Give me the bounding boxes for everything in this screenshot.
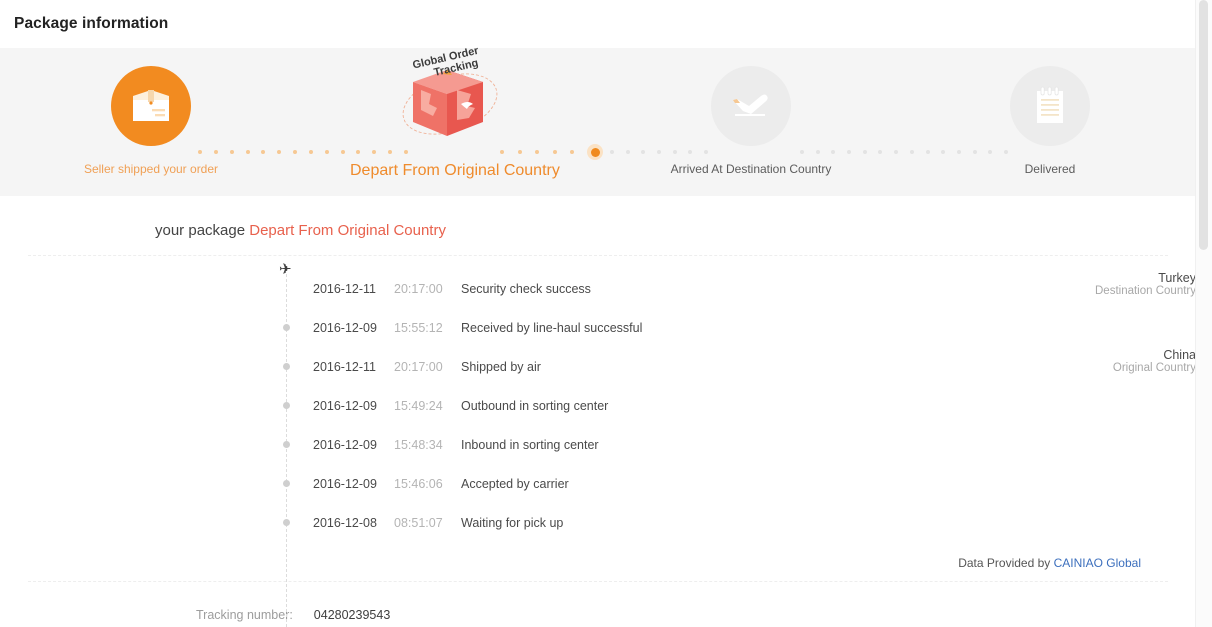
progress-step-label: Depart From Original Country: [350, 162, 560, 179]
data-provider-prefix: Data Provided by: [958, 556, 1051, 570]
country-name: China: [1163, 348, 1196, 362]
country-role: Original Country: [1112, 362, 1196, 374]
progress-step-arrived-destination[interactable]: Arrived At Destination Country: [651, 66, 851, 176]
progress-steps: Seller shipped your order Global Order T…: [0, 45, 1196, 196]
progress-step-label: Seller shipped your order: [83, 162, 219, 176]
timeline-event-description: Outbound in sorting center: [461, 398, 609, 413]
timeline-event[interactable]: 2016-12-08 08:51:07 Waiting for pick up: [0, 503, 1196, 542]
timeline-event-date: 2016-12-09: [313, 320, 377, 335]
section-divider-bottom: [28, 581, 1168, 582]
page-title: Package information: [14, 15, 169, 32]
timeline-event-description: Security check success: [461, 282, 591, 296]
page-scrollbar[interactable]: [1195, 0, 1212, 627]
tracking-number-value[interactable]: 04280239543: [314, 608, 390, 622]
progress-step-seller-shipped[interactable]: Seller shipped your order: [51, 66, 251, 176]
tracking-timeline: ✈ Turkey Destination Country 2016-12-11 …: [0, 256, 1196, 627]
timeline-event-time: 15:48:34: [394, 437, 443, 452]
timeline-event-date: 2016-12-09: [313, 476, 377, 491]
page-header: Package information: [0, 0, 1196, 48]
scrollbar-thumb[interactable]: [1199, 0, 1208, 250]
tracking-number-label: Tracking number:: [196, 608, 293, 622]
timeline-event-date: 2016-12-09: [313, 398, 377, 413]
timeline-event-time: 20:17:00: [394, 282, 443, 296]
timeline-event-description: Received by line-haul successful: [461, 320, 643, 335]
cainiao-global-link[interactable]: CAINIAO Global: [1054, 556, 1141, 570]
country-role: Destination Country: [1095, 285, 1196, 297]
timeline-event-date: 2016-12-11: [313, 359, 377, 374]
timeline-event-time: 15:46:06: [394, 476, 443, 491]
timeline-event[interactable]: 2016-12-09 15:55:12 Received by line-hau…: [0, 308, 1196, 347]
timeline-event[interactable]: 2016-12-09 15:46:06 Accepted by carrier: [0, 464, 1196, 503]
data-provider: Data Provided by CAINIAO Global: [0, 556, 1196, 570]
status-highlight: Depart From Original Country: [249, 222, 446, 239]
timeline-event-country: China Original Country: [920, 349, 1196, 375]
timeline-event-description: Inbound in sorting center: [461, 437, 599, 452]
timeline-event-time: 15:55:12: [394, 320, 443, 335]
timeline-event-date: 2016-12-11: [313, 282, 377, 296]
package-box-icon: [111, 66, 191, 146]
timeline-event-date: 2016-12-09: [313, 437, 377, 452]
tracking-number-row: Tracking number: 04280239543: [0, 608, 1196, 622]
timeline-event-description: Accepted by carrier: [461, 476, 569, 491]
timeline-event[interactable]: 2016-12-09 15:49:24 Outbound in sorting …: [0, 386, 1196, 425]
package-information-page: Package information Seller shipped your …: [0, 0, 1196, 627]
country-name: Turkey: [1158, 271, 1196, 285]
timeline-event-description: Shipped by air: [461, 359, 541, 374]
progress-step-depart-origin[interactable]: Global Order Tracking Depart From Origin…: [350, 45, 560, 180]
package-status-line: your package Depart From Original Countr…: [0, 222, 1196, 239]
timeline-event[interactable]: China Original Country 2016-12-11 20:17:…: [0, 347, 1196, 386]
airplane-icon: [711, 66, 791, 146]
progress-step-label: Delivered: [1024, 162, 1076, 176]
progress-current-marker: [587, 144, 603, 160]
timeline-event-time: 08:51:07: [394, 515, 443, 530]
timeline-event-dot: [283, 441, 290, 448]
status-prefix: your package: [155, 222, 246, 239]
timeline-event-description: Waiting for pick up: [461, 515, 564, 530]
notepad-icon: [1010, 66, 1090, 146]
timeline-event-time: 20:17:00: [394, 359, 443, 374]
timeline-event[interactable]: Turkey Destination Country 2016-12-11 20…: [0, 270, 1196, 308]
timeline-event[interactable]: 2016-12-09 15:48:34 Inbound in sorting c…: [0, 425, 1196, 464]
progress-step-label: Arrived At Destination Country: [670, 162, 832, 176]
timeline-event-date: 2016-12-08: [313, 515, 377, 530]
timeline-event-dot: [283, 363, 290, 370]
shipping-progress-band: Seller shipped your order Global Order T…: [0, 45, 1196, 196]
timeline-event-country: Turkey Destination Country: [920, 272, 1196, 298]
timeline-event-dot: [283, 480, 290, 487]
globe-cube-icon: Global Order Tracking: [394, 45, 506, 146]
timeline-event-dot: [283, 402, 290, 409]
timeline-event-dot: [283, 519, 290, 526]
progress-step-delivered[interactable]: Delivered: [950, 66, 1150, 176]
timeline-event-time: 15:49:24: [394, 398, 443, 413]
timeline-event-dot: [283, 324, 290, 331]
